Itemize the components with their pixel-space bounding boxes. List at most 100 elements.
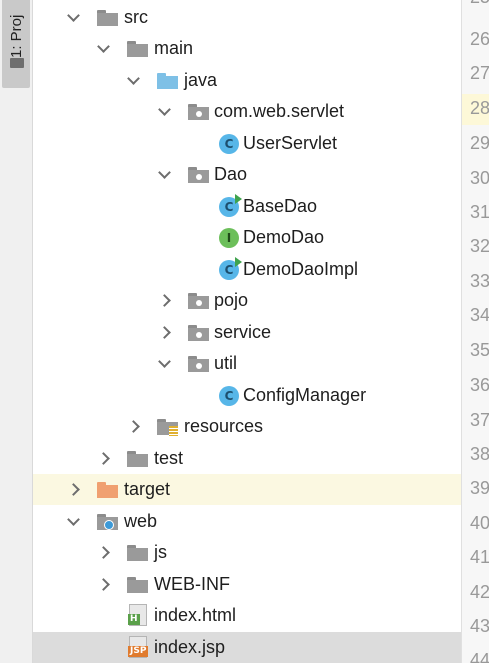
tree-row-web[interactable]: web [33,506,461,537]
tree-row-configmanager[interactable]: C ConfigManager [33,380,461,411]
file-type-tag: H [128,614,140,625]
source-folder-icon [157,73,178,89]
chevron-right-icon[interactable] [98,545,112,559]
chevron-down-icon[interactable] [157,104,171,118]
tree-row-label: resources [184,416,264,436]
class-badge-letter: C [224,263,234,277]
package-icon [188,325,209,341]
folder-icon [97,10,118,26]
folder-icon [127,451,148,467]
line-number: 31 [470,202,489,222]
line-number: 27 [470,63,489,83]
line-number: 44 [470,650,489,663]
line-number: 36 [470,375,489,395]
run-marker-icon [235,194,242,204]
tree-row-label: js [154,542,167,562]
line-number: 37 [470,410,489,430]
tree-row-src[interactable]: src [33,2,461,33]
tree-row-label: DemoDao [243,227,325,247]
package-icon [188,356,209,372]
tree-row-dao[interactable]: Dao [33,159,461,190]
line-number: 38 [470,444,489,464]
tree-row-label: UserServlet [243,133,338,153]
tree-row-target[interactable]: target [33,474,461,505]
tree-row-com-web-servlet[interactable]: com.web.servlet [33,96,461,127]
chevron-down-icon[interactable] [126,73,140,87]
tree-row-resources[interactable]: resources [33,411,461,442]
tree-row-label: service [214,322,272,342]
line-number: 42 [470,582,489,602]
tree-row-pojo[interactable]: pojo [33,285,461,316]
tree-row-label: test [154,448,184,468]
tree-row-js[interactable]: js [33,537,461,568]
html-file-icon: H [128,604,147,626]
chevron-right-icon[interactable] [128,419,142,433]
tree-row-util[interactable]: util [33,348,461,379]
web-folder-icon [97,514,118,530]
tree-row-label: com.web.servlet [214,101,345,121]
interface-icon: I [219,228,239,248]
package-icon [188,167,209,183]
tree-row-index-jsp[interactable]: JSP index.jsp [33,632,461,663]
chevron-right-icon[interactable] [159,293,173,307]
excluded-folder-icon [97,482,118,498]
chevron-right-icon[interactable] [98,577,112,591]
line-number: 26 [470,29,489,49]
class-badge-letter: C [224,200,234,214]
line-number: 41 [470,547,489,567]
tree-row-label: ConfigManager [243,385,367,405]
tree-row-demodao[interactable]: I DemoDao [33,222,461,253]
tree-row-label: BaseDao [243,196,318,216]
project-tool-tab[interactable]: 1: Proj [2,0,30,88]
tree-row-label: target [124,479,171,499]
tree-row-index-html[interactable]: H index.html [33,600,461,631]
folder-icon [127,41,148,57]
line-number: 39 [470,478,489,498]
tree-row-label: src [124,7,148,27]
chevron-down-icon[interactable] [66,514,80,528]
tree-row-label: util [214,353,238,373]
tool-window-strip: 1: Proj [0,0,33,663]
folder-icon [10,58,24,68]
class-runnable-icon: C [219,194,242,217]
tree-row-demodaoimpl[interactable]: C DemoDaoImpl [33,254,461,285]
chevron-right-icon[interactable] [159,325,173,339]
line-number: 33 [470,271,489,291]
chevron-down-icon[interactable] [66,10,80,24]
tree-row-web-inf[interactable]: WEB-INF [33,569,461,600]
chevron-right-icon[interactable] [68,482,82,496]
tree-row-java[interactable]: java [33,65,461,96]
line-number: 28 [470,98,489,118]
folder-icon [127,545,148,561]
tree-row-basedao[interactable]: C BaseDao [33,191,461,222]
package-icon [188,104,209,120]
chevron-right-icon[interactable] [98,451,112,465]
file-type-tag: JSP [128,646,149,657]
tree-row-test[interactable]: test [33,443,461,474]
line-number: 43 [470,616,489,636]
folder-icon [127,577,148,593]
tree-row-label: DemoDaoImpl [243,259,359,279]
chevron-down-icon[interactable] [157,356,171,370]
tree-row-label: index.html [154,605,237,625]
resources-folder-icon [157,419,178,436]
tree-row-label: WEB-INF [154,574,230,594]
tree-row-label: Dao [214,164,248,184]
tree-row-label: index.jsp [154,637,226,657]
chevron-down-icon[interactable] [157,167,171,181]
tree-row-main[interactable]: main [33,33,461,64]
editor-gutter: 25 26 27 28 29 30 31 32 33 34 35 36 37 3… [461,0,489,663]
tree-row-label: main [154,38,194,58]
tree-row-label: pojo [214,290,249,310]
jsp-file-icon: JSP [128,636,149,658]
tree-row-userservlet[interactable]: C UserServlet [33,128,461,159]
line-number: 34 [470,305,489,325]
line-number: 32 [470,236,489,256]
line-number: 35 [470,340,489,360]
chevron-down-icon[interactable] [96,41,110,55]
package-icon [188,293,209,309]
class-runnable-icon: C [219,257,242,280]
tree-row-service[interactable]: service [33,317,461,348]
line-number: 25 [470,0,489,8]
tree-row-label: web [124,511,158,531]
